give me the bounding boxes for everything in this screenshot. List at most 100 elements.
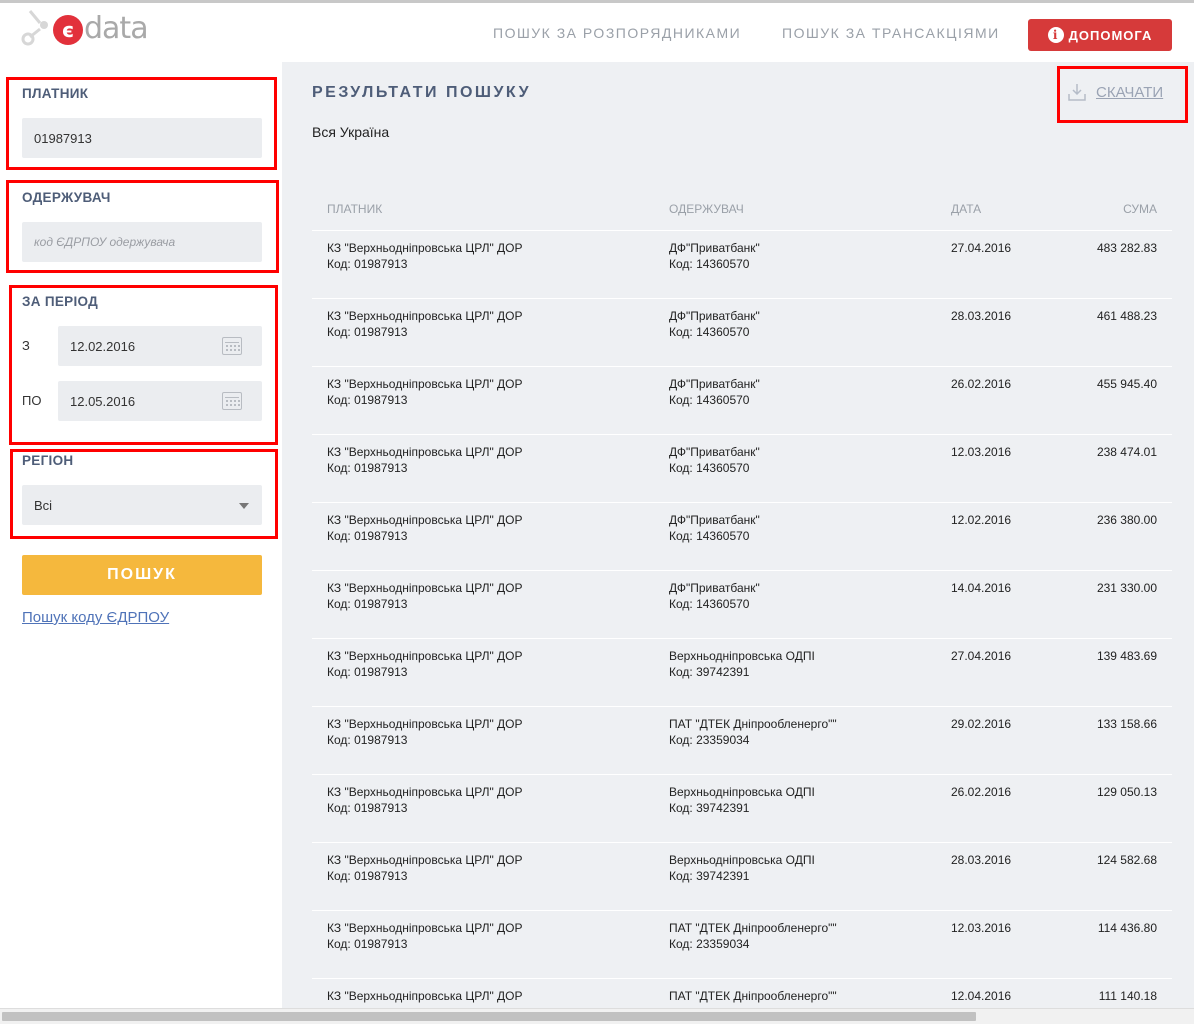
table-row[interactable]: КЗ "Верхньодніпровська ЦРЛ" ДОР Код: 0198…	[312, 502, 1172, 570]
table-row[interactable]: КЗ "Верхньодніпровська ЦРЛ" ДОР Код: 0198…	[312, 842, 1172, 910]
payer-code: Код: 01987913	[327, 937, 408, 951]
date-cell: 27.04.2016	[951, 241, 1012, 255]
payer-cell: КЗ "Верхньодніпровська ЦРЛ" ДОР Код: 0198…	[327, 444, 523, 476]
highlight-region	[10, 449, 278, 539]
recipient-cell: ДФ"Приватбанк" Код: 14360570	[669, 376, 760, 408]
sum-cell: 483 282.83	[1096, 241, 1157, 255]
filter-sidebar: ПЛАТНИК 01987913 ОДЕРЖУВАЧ код ЄДРПОУ од…	[0, 62, 282, 1008]
recipient-name: ПАТ "ДТЕК Дніпрообленерго""	[669, 989, 837, 1003]
payer-code: Код: 01987913	[327, 529, 408, 543]
payer-code: Код: 01987913	[327, 257, 408, 271]
recipient-name: ДФ"Приватбанк"	[669, 377, 760, 391]
nav-search-by-transactions[interactable]: ПОШУК ЗА ТРАНСАКЦІЯМИ	[782, 25, 1000, 41]
scrollbar-thumb[interactable]	[2, 1012, 976, 1021]
sum-cell: 455 945.40	[1096, 377, 1157, 391]
payer-name: КЗ "Верхньодніпровська ЦРЛ" ДОР	[327, 853, 523, 867]
info-icon: i	[1047, 27, 1064, 43]
table-row[interactable]: КЗ "Верхньодніпровська ЦРЛ" ДОР Код: 0198…	[312, 638, 1172, 706]
payer-code: Код: 01987913	[327, 665, 408, 679]
recipient-name: ДФ"Приватбанк"	[669, 513, 760, 527]
recipient-code: Код: 14360570	[669, 597, 750, 611]
recipient-cell: Верхньодніпровська ОДПІ Код: 39742391	[669, 784, 815, 816]
date-cell: 29.02.2016	[951, 717, 1012, 731]
payer-name: КЗ "Верхньодніпровська ЦРЛ" ДОР	[327, 445, 523, 459]
payer-code: Код: 01987913	[327, 393, 408, 407]
recipient-cell: ПАТ "ДТЕК Дніпрообленерго"" Код: 23359034	[669, 716, 837, 748]
table-row[interactable]: КЗ "Верхньодніпровська ЦРЛ" ДОР Код: 0198…	[312, 774, 1172, 842]
results-title: РЕЗУЛЬТАТИ ПОШУКУ	[312, 84, 532, 101]
results-table: ПЛАТНИК ОДЕРЖУВАЧ ДАТА СУМА КЗ "Верхньод…	[312, 196, 1172, 1008]
payer-code: Код: 01987913	[327, 597, 408, 611]
recipient-code: Код: 14360570	[669, 461, 750, 475]
highlight-payer	[6, 77, 277, 170]
sum-cell: 139 483.69	[1096, 649, 1157, 663]
payer-cell: КЗ "Верхньодніпровська ЦРЛ" ДОР Код: 0198…	[327, 512, 523, 544]
payer-code: Код: 01987913	[327, 869, 408, 883]
recipient-cell: ПАТ "ДТЕК Дніпрообленерго""	[669, 988, 837, 1004]
date-cell: 28.03.2016	[951, 853, 1012, 867]
recipient-code: Код: 39742391	[669, 869, 750, 883]
results-panel: РЕЗУЛЬТАТИ ПОШУКУ Вся Україна СКАЧАТИ ПЛ…	[282, 62, 1194, 1008]
payer-cell: КЗ "Верхньодніпровська ЦРЛ" ДОР Код: 0198…	[327, 376, 523, 408]
column-header-sum[interactable]: СУМА	[1123, 202, 1157, 216]
highlight-period	[9, 285, 278, 445]
recipient-cell: ДФ"Приватбанк" Код: 14360570	[669, 444, 760, 476]
table-row[interactable]: КЗ "Верхньодніпровська ЦРЛ" ДОР Код: 0198…	[312, 570, 1172, 638]
table-row[interactable]: КЗ "Верхньодніпровська ЦРЛ" ДОР Код: 0198…	[312, 706, 1172, 774]
payer-name: КЗ "Верхньодніпровська ЦРЛ" ДОР	[327, 717, 523, 731]
recipient-name: Верхньодніпровська ОДПІ	[669, 785, 815, 799]
recipient-cell: ДФ"Приватбанк" Код: 14360570	[669, 308, 760, 340]
date-cell: 12.04.2016	[951, 989, 1012, 1003]
table-row[interactable]: КЗ "Верхньодніпровська ЦРЛ" ДОР Код: 0198…	[312, 434, 1172, 502]
date-cell: 26.02.2016	[951, 377, 1012, 391]
sum-cell: 231 330.00	[1096, 581, 1157, 595]
date-cell: 14.04.2016	[951, 581, 1012, 595]
payer-name: КЗ "Верхньодніпровська ЦРЛ" ДОР	[327, 921, 523, 935]
sum-cell: 133 158.66	[1096, 717, 1157, 731]
payer-cell: КЗ "Верхньодніпровська ЦРЛ" ДОР Код: 0198…	[327, 308, 523, 340]
recipient-code: Код: 39742391	[669, 801, 750, 815]
recipient-cell: ДФ"Приватбанк" Код: 14360570	[669, 580, 760, 612]
top-header: є data ПОШУК ЗА РОЗПОРЯДНИКАМИ ПОШУК ЗА …	[0, 0, 1194, 62]
payer-code: Код: 01987913	[327, 733, 408, 747]
nav-search-by-managers[interactable]: ПОШУК ЗА РОЗПОРЯДНИКАМИ	[493, 25, 741, 41]
table-row[interactable]: КЗ "Верхньодніпровська ЦРЛ" ДОР Код: 0198…	[312, 366, 1172, 434]
table-row[interactable]: КЗ "Верхньодніпровська ЦРЛ" ДОР ПАТ "ДТЕК…	[312, 978, 1172, 1008]
recipient-name: ДФ"Приватбанк"	[669, 309, 760, 323]
recipient-name: Верхньодніпровська ОДПІ	[669, 853, 815, 867]
recipient-cell: ПАТ "ДТЕК Дніпрообленерго"" Код: 23359034	[669, 920, 837, 952]
table-row[interactable]: КЗ "Верхньодніпровська ЦРЛ" ДОР Код: 0198…	[312, 910, 1172, 978]
sum-cell: 114 436.80	[1097, 921, 1157, 935]
payer-code: Код: 01987913	[327, 461, 408, 475]
payer-cell: КЗ "Верхньодніпровська ЦРЛ" ДОР Код: 0198…	[327, 648, 523, 680]
date-cell: 27.04.2016	[951, 649, 1012, 663]
search-button[interactable]: ПОШУК	[22, 555, 262, 595]
payer-name: КЗ "Верхньодніпровська ЦРЛ" ДОР	[327, 513, 523, 527]
recipient-cell: ДФ"Приватбанк" Код: 14360570	[669, 240, 760, 272]
column-header-recipient[interactable]: ОДЕРЖУВАЧ	[669, 202, 744, 216]
payer-cell: КЗ "Верхньодніпровська ЦРЛ" ДОР Код: 0198…	[327, 580, 523, 612]
recipient-code: Код: 14360570	[669, 325, 750, 339]
table-header: ПЛАТНИК ОДЕРЖУВАЧ ДАТА СУМА	[312, 196, 1172, 230]
sum-cell: 111 140.18	[1098, 989, 1157, 1003]
horizontal-scrollbar[interactable]	[0, 1008, 1194, 1024]
help-button[interactable]: i ДОПОМОГА	[1028, 19, 1172, 51]
recipient-code: Код: 23359034	[669, 733, 750, 747]
payer-code: Код: 01987913	[327, 325, 408, 339]
table-body: КЗ "Верхньодніпровська ЦРЛ" ДОР Код: 0198…	[312, 230, 1172, 1008]
site-logo[interactable]: є data	[20, 5, 150, 51]
payer-name: КЗ "Верхньодніпровська ЦРЛ" ДОР	[327, 785, 523, 799]
payer-name: КЗ "Верхньодніпровська ЦРЛ" ДОР	[327, 581, 523, 595]
recipient-name: Верхньодніпровська ОДПІ	[669, 649, 815, 663]
recipient-name: ДФ"Приватбанк"	[669, 241, 760, 255]
column-header-payer[interactable]: ПЛАТНИК	[327, 202, 382, 216]
edrpou-search-link[interactable]: Пошук коду ЄДРПОУ	[22, 609, 169, 626]
results-region: Вся Україна	[312, 124, 390, 140]
column-header-date[interactable]: ДАТА	[951, 202, 981, 216]
table-row[interactable]: КЗ "Верхньодніпровська ЦРЛ" ДОР Код: 0198…	[312, 230, 1172, 298]
recipient-cell: Верхньодніпровська ОДПІ Код: 39742391	[669, 852, 815, 884]
payer-cell: КЗ "Верхньодніпровська ЦРЛ" ДОР Код: 0198…	[327, 716, 523, 748]
help-button-label: ДОПОМОГА	[1068, 27, 1153, 43]
table-row[interactable]: КЗ "Верхньодніпровська ЦРЛ" ДОР Код: 0198…	[312, 298, 1172, 366]
recipient-code: Код: 39742391	[669, 665, 750, 679]
